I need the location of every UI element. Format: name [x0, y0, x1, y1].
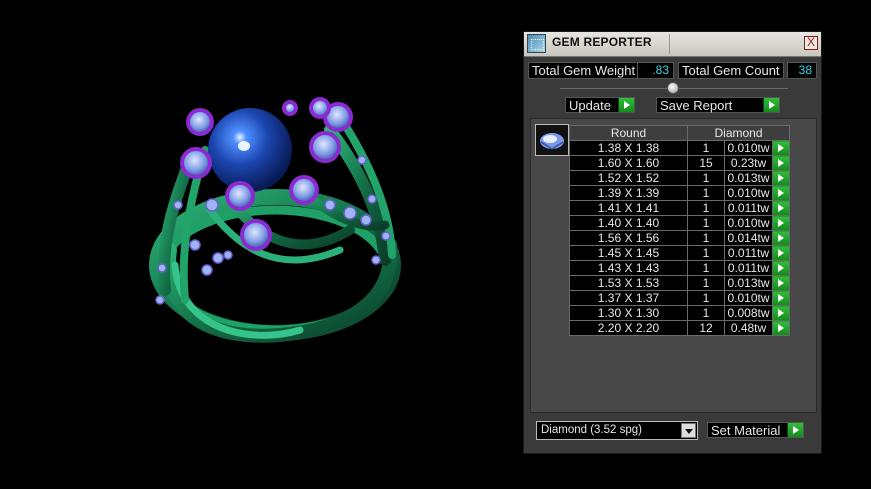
- select-gem-arrow-icon[interactable]: [772, 275, 790, 291]
- divider-knob-icon[interactable]: [667, 82, 679, 94]
- gem-weight-cell: 0.23tw: [724, 155, 773, 171]
- select-gem-arrow-icon[interactable]: [772, 215, 790, 231]
- ring-render: [149, 97, 401, 343]
- gem-size-cell: 1.45 X 1.45: [569, 245, 688, 261]
- select-gem-arrow-icon[interactable]: [772, 200, 790, 216]
- select-gem-arrow-icon[interactable]: [772, 155, 790, 171]
- gem-size-cell: 1.38 X 1.38: [569, 140, 688, 156]
- gem-size-cell: 1.37 X 1.37: [569, 290, 688, 306]
- gem-size-cell: 1.52 X 1.52: [569, 170, 688, 186]
- gem-size-cell: 1.53 X 1.53: [569, 275, 688, 291]
- gem-count-cell: 1: [687, 275, 725, 291]
- table-row[interactable]: 2.20 X 2.20 12 0.48tw: [569, 320, 790, 336]
- gem-weight-cell: 0.011tw: [724, 245, 773, 261]
- gem-weight-cell: 0.010tw: [724, 290, 773, 306]
- gem-size-cell: 2.20 X 2.20: [569, 320, 688, 336]
- gem-count-cell: 1: [687, 140, 725, 156]
- gem-size-cell: 1.56 X 1.56: [569, 230, 688, 246]
- save-report-button-label: Save Report: [660, 98, 733, 113]
- total-gem-weight-value: .83: [637, 62, 674, 79]
- gem-count-cell: 1: [687, 290, 725, 306]
- table-row[interactable]: 1.60 X 1.60 15 0.23tw: [569, 155, 790, 171]
- select-gem-arrow-icon[interactable]: [772, 230, 790, 246]
- select-gem-arrow-icon[interactable]: [772, 245, 790, 261]
- gem-count-cell: 1: [687, 245, 725, 261]
- save-report-button[interactable]: Save Report: [656, 97, 780, 113]
- table-row[interactable]: 1.39 X 1.39 1 0.010tw: [569, 185, 790, 201]
- gem-weight-cell: 0.010tw: [724, 215, 773, 231]
- gem-size-cell: 1.41 X 1.41: [569, 200, 688, 216]
- select-gem-arrow-icon[interactable]: [772, 260, 790, 276]
- gem-weight-cell: 0.48tw: [724, 320, 773, 336]
- play-arrow-icon: [787, 423, 803, 437]
- gem-reporter-app-icon: [527, 34, 546, 53]
- gem-count-cell: 1: [687, 230, 725, 246]
- gem-size-cell: 1.39 X 1.39: [569, 185, 688, 201]
- set-material-button[interactable]: Set Material: [707, 422, 804, 438]
- gem-weight-cell: 0.008tw: [724, 305, 773, 321]
- shape-header: Round: [569, 125, 688, 141]
- select-gem-arrow-icon[interactable]: [772, 290, 790, 306]
- table-row[interactable]: 1.37 X 1.37 1 0.010tw: [569, 290, 790, 306]
- gem-weight-cell: 0.013tw: [724, 170, 773, 186]
- set-material-button-label: Set Material: [711, 423, 781, 438]
- gem-list-area: Round Diamond 1.38 X 1.38 1 0.010tw 1.60 X …: [530, 118, 817, 413]
- gem-weight-cell: 0.011tw: [724, 260, 773, 276]
- select-gem-arrow-icon[interactable]: [772, 305, 790, 321]
- select-gem-arrow-icon[interactable]: [772, 140, 790, 156]
- 3d-viewport[interactable]: [0, 0, 520, 484]
- gem-weight-cell: 0.013tw: [724, 275, 773, 291]
- table-row[interactable]: 1.41 X 1.41 1 0.011tw: [569, 200, 790, 216]
- gem-weight-cell: 0.010tw: [724, 140, 773, 156]
- update-button[interactable]: Update: [565, 97, 635, 113]
- table-row[interactable]: 1.38 X 1.38 1 0.010tw: [569, 140, 790, 156]
- select-gem-arrow-icon[interactable]: [772, 170, 790, 186]
- select-gem-arrow-icon[interactable]: [772, 320, 790, 336]
- gem-weight-cell: 0.014tw: [724, 230, 773, 246]
- select-gem-arrow-icon[interactable]: [772, 185, 790, 201]
- material-select[interactable]: Diamond (3.52 spg): [536, 421, 698, 440]
- gem-count-cell: 1: [687, 260, 725, 276]
- gem-size-cell: 1.60 X 1.60: [569, 155, 688, 171]
- gem-size-cell: 1.30 X 1.30: [569, 305, 688, 321]
- table-row[interactable]: 1.45 X 1.45 1 0.011tw: [569, 245, 790, 261]
- gem-count-cell: 1: [687, 215, 725, 231]
- gem-weight-cell: 0.010tw: [724, 185, 773, 201]
- gem-count-cell: 1: [687, 170, 725, 186]
- gem-thumbnail[interactable]: [535, 124, 569, 156]
- close-button[interactable]: X: [804, 36, 818, 50]
- table-row[interactable]: 1.56 X 1.56 1 0.014tw: [569, 230, 790, 246]
- diamond-icon: [540, 133, 564, 150]
- gem-size-cell: 1.43 X 1.43: [569, 260, 688, 276]
- play-arrow-icon: [763, 98, 779, 112]
- material-header: Diamond: [687, 125, 790, 141]
- table-row[interactable]: 1.53 X 1.53 1 0.013tw: [569, 275, 790, 291]
- update-button-label: Update: [569, 98, 611, 113]
- gem-count-cell: 1: [687, 200, 725, 216]
- gem-count-cell: 12: [687, 320, 725, 336]
- gem-count-cell: 15: [687, 155, 725, 171]
- chevron-down-icon[interactable]: [681, 423, 696, 438]
- total-gem-count-value: 38: [787, 62, 817, 79]
- table-row[interactable]: 1.40 X 1.40 1 0.010tw: [569, 215, 790, 231]
- title-separator: [669, 34, 670, 54]
- table-row[interactable]: 1.52 X 1.52 1 0.013tw: [569, 170, 790, 186]
- title-bar[interactable]: GEM REPORTER X: [524, 32, 821, 57]
- gem-size-cell: 1.40 X 1.40: [569, 215, 688, 231]
- gem-weight-cell: 0.011tw: [724, 200, 773, 216]
- panel-title: GEM REPORTER: [552, 35, 652, 49]
- gem-reporter-panel: GEM REPORTER X Total Gem Weight .83 Tota…: [523, 31, 822, 454]
- material-select-value: Diamond (3.52 spg): [541, 424, 642, 436]
- total-gem-weight-label: Total Gem Weight: [528, 62, 639, 79]
- gem-count-cell: 1: [687, 185, 725, 201]
- table-row[interactable]: 1.43 X 1.43 1 0.011tw: [569, 260, 790, 276]
- table-row[interactable]: 1.30 X 1.30 1 0.008tw: [569, 305, 790, 321]
- gem-table: Round Diamond 1.38 X 1.38 1 0.010tw 1.60 X …: [569, 125, 790, 336]
- total-gem-count-label: Total Gem Count: [678, 62, 784, 79]
- gem-count-cell: 1: [687, 305, 725, 321]
- play-arrow-icon: [618, 98, 634, 112]
